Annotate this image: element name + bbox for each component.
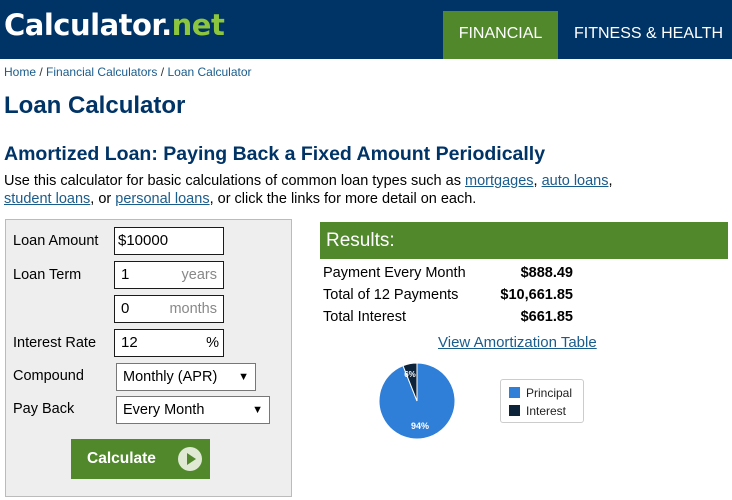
chevron-down-icon: ▼ (252, 404, 263, 416)
nav-financial[interactable]: FINANCIAL (443, 11, 558, 59)
legend-item-interest: Interest (509, 404, 566, 418)
amortization-table-link[interactable]: View Amortization Table (438, 334, 597, 351)
pie-label-principal: 94% (411, 421, 429, 431)
interest-value: 12 (121, 334, 138, 351)
compound-selected-value: Monthly (APR) (123, 369, 218, 385)
months-value: 0 (121, 300, 130, 317)
result-label-total-payments: Total of 12 Payments (323, 287, 459, 303)
calculate-label: Calculate (87, 450, 156, 467)
intro-text: , (533, 173, 542, 189)
site-logo[interactable]: Calculator.net (4, 8, 225, 42)
months-unit: months (169, 301, 217, 317)
legend-label: Interest (526, 404, 567, 418)
student-loans-link[interactable]: student loans (4, 191, 90, 207)
interest-rate-label: Interest Rate (13, 335, 97, 351)
legend-label: Principal (526, 386, 573, 400)
loan-amount-input[interactable]: $10000 (114, 227, 224, 255)
section-subtitle: Amortized Loan: Paying Back a Fixed Amou… (4, 143, 546, 165)
pie-label-interest: 6% (404, 370, 416, 379)
intro-text: , or click the links for more detail on … (209, 191, 477, 207)
auto-loans-link[interactable]: auto loans (542, 173, 609, 189)
calculate-button[interactable]: Calculate (71, 439, 210, 479)
intro-paragraph: Use this calculator for basic calculatio… (4, 172, 724, 208)
result-label-total-interest: Total Interest (323, 309, 407, 325)
logo-net: net (171, 8, 225, 42)
mortgages-link[interactable]: mortgages (465, 173, 534, 189)
result-value-total-payments: $10,661.85 (500, 287, 573, 303)
chart-legend: Principal Interest (500, 379, 584, 423)
years-unit: years (181, 267, 217, 283)
pay-back-label: Pay Back (13, 401, 75, 417)
intro-text: Use this calculator for basic calculatio… (4, 173, 465, 189)
compound-label: Compound (13, 368, 84, 384)
result-label-payment: Payment Every Month (323, 265, 466, 281)
logo-text: Calculator (4, 8, 162, 42)
intro-text: , (608, 173, 613, 189)
breadcrumb-separator: / (160, 65, 165, 79)
intro-text: , or (90, 191, 116, 207)
personal-loans-link[interactable]: personal loans (115, 191, 209, 207)
breadcrumb-home[interactable]: Home (4, 65, 36, 79)
loan-amount-value: $10000 (118, 232, 169, 249)
breadcrumb: Home / Financial Calculators / Loan Calc… (4, 65, 252, 79)
legend-swatch (509, 405, 520, 416)
chevron-down-icon: ▼ (238, 371, 249, 383)
top-navigation-bar: Calculator.net FINANCIAL FITNESS & HEALT… (0, 0, 732, 59)
results-header: Results: (320, 222, 728, 259)
breadcrumb-financial-calculators[interactable]: Financial Calculators (46, 65, 157, 79)
breadcrumb-loan-calculator[interactable]: Loan Calculator (167, 65, 251, 79)
principal-interest-pie-chart: 94% 6% (378, 362, 456, 440)
loan-term-label: Loan Term (13, 267, 82, 283)
interest-rate-input[interactable]: 12% (114, 329, 224, 357)
loan-amount-label: Loan Amount (13, 233, 99, 249)
nav-fitness-health[interactable]: FITNESS & HEALTH (574, 11, 723, 59)
result-value-payment: $888.49 (520, 265, 573, 281)
legend-item-principal: Principal (509, 386, 572, 400)
percent-unit: % (206, 335, 219, 351)
pay-back-select[interactable]: Every Month ▼ (116, 396, 270, 424)
breadcrumb-separator: / (39, 65, 43, 79)
page-title: Loan Calculator (4, 92, 186, 119)
legend-swatch (509, 387, 520, 398)
compound-select[interactable]: Monthly (APR) ▼ (116, 363, 256, 391)
logo-dot: . (161, 8, 172, 42)
play-arrow-icon (178, 447, 202, 471)
years-value: 1 (121, 266, 130, 283)
loan-term-years-input[interactable]: 1 years (114, 261, 224, 289)
pay-back-selected-value: Every Month (123, 402, 205, 418)
loan-term-months-input[interactable]: 0 months (114, 295, 224, 323)
result-value-total-interest: $661.85 (520, 309, 573, 325)
